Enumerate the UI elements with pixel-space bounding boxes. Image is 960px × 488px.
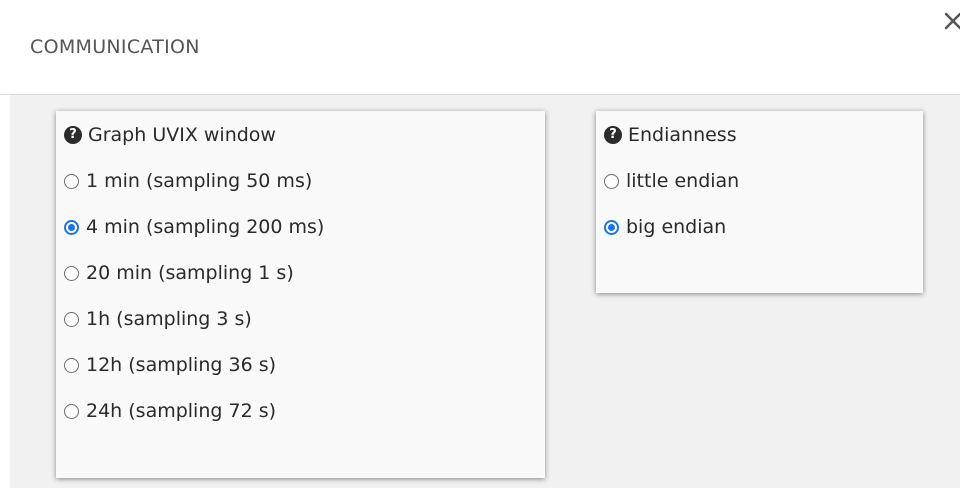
graph-window-heading-label: Graph UVIX window: [88, 124, 276, 146]
radio-12h[interactable]: [64, 357, 79, 373]
window-option-label: 4 min (sampling 200 ms): [86, 216, 325, 238]
endian-option-label: big endian: [626, 216, 727, 238]
endian-option-little[interactable]: little endian: [604, 166, 739, 196]
radio-1h[interactable]: [64, 311, 79, 327]
close-icon[interactable]: [944, 12, 960, 30]
endianness-panel: ? Endianness little endian big endian: [596, 111, 923, 293]
window-option-label: 1h (sampling 3 s): [86, 308, 252, 330]
window-option-label: 1 min (sampling 50 ms): [86, 170, 313, 192]
graph-window-heading: ? Graph UVIX window: [64, 120, 276, 150]
window-option-12h[interactable]: 12h (sampling 36 s): [64, 350, 276, 380]
window-option-label: 24h (sampling 72 s): [86, 400, 277, 422]
radio-1-min[interactable]: [64, 173, 79, 189]
dialog-content: ? Graph UVIX window 1 min (sampling 50 m…: [10, 95, 960, 488]
radio-24h[interactable]: [64, 403, 79, 419]
endianness-heading: ? Endianness: [604, 120, 737, 150]
question-circle-icon[interactable]: ?: [64, 126, 82, 144]
endian-option-label: little endian: [626, 170, 740, 192]
graph-window-panel: ? Graph UVIX window 1 min (sampling 50 m…: [56, 111, 545, 478]
window-option-4-min[interactable]: 4 min (sampling 200 ms): [64, 212, 324, 242]
endianness-heading-label: Endianness: [628, 124, 737, 146]
endian-option-big[interactable]: big endian: [604, 212, 726, 242]
radio-20-min[interactable]: [64, 265, 79, 281]
window-option-24h[interactable]: 24h (sampling 72 s): [64, 396, 276, 426]
radio-4-min[interactable]: [64, 219, 79, 235]
question-circle-icon[interactable]: ?: [604, 126, 622, 144]
radio-little-endian[interactable]: [604, 173, 619, 189]
window-option-1h[interactable]: 1h (sampling 3 s): [64, 304, 252, 334]
window-option-20-min[interactable]: 20 min (sampling 1 s): [64, 258, 294, 288]
window-option-1-min[interactable]: 1 min (sampling 50 ms): [64, 166, 312, 196]
dialog-title: COMMUNICATION: [30, 36, 200, 58]
window-option-label: 20 min (sampling 1 s): [86, 262, 294, 284]
radio-big-endian[interactable]: [604, 219, 619, 235]
dialog-header: COMMUNICATION: [0, 0, 960, 95]
window-option-label: 12h (sampling 36 s): [86, 354, 277, 376]
